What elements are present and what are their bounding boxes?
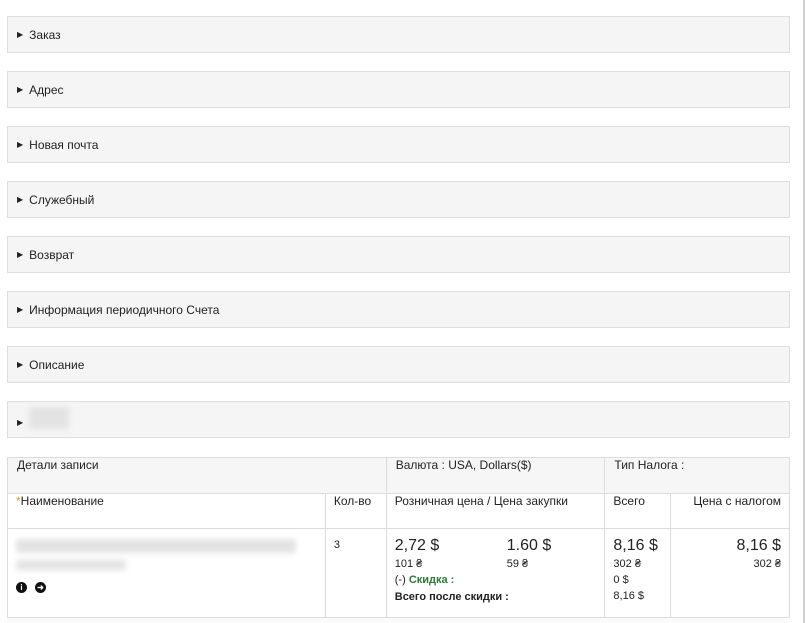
panel-nova-poshta[interactable]: ▶ Новая почта [7,126,790,163]
panel-description[interactable]: ▶ Описание [7,346,790,383]
table-bottom-edge [7,617,790,623]
panel-recurring-invoice[interactable]: ▶ Информация периодичного Счета [7,291,790,328]
purchase-price: 1.60 $ [506,537,552,554]
panel-label: Информация периодичного Счета [29,302,220,317]
purchase-price-uah: 59 ₴ [506,558,529,570]
record-details-heading: Детали записи [7,457,387,494]
blurred-panel-label [29,406,70,429]
blurred-product-subtitle [16,560,126,570]
arrow-right-icon[interactable]: ➜ [35,582,46,593]
retail-price-uah: 101 ₴ [394,558,423,570]
product-name-cell: i ➜ [7,528,326,618]
panel-label: Новая почта [29,137,99,152]
expand-caret-icon: ▶ [17,30,24,39]
panel-label: Возврат [29,247,75,262]
table-row: i ➜ 3 2,72 $ 101 ₴ 1.60 $ 59 ₴ (-) Скидка… [7,528,790,618]
expand-caret-icon: ▶ [17,250,24,259]
expand-caret-icon: ▶ [17,85,24,94]
expand-caret-icon: ▶ [17,360,24,369]
panel-label: Описание [29,357,85,372]
price-with-tax-uah: 302 ₴ [753,558,781,570]
column-price: Розничная цена / Цена закупки [385,493,606,529]
info-icon[interactable]: i [16,582,27,593]
panel-label: Заказ [29,27,61,42]
currency-label: Валюта : USA, Dollars($) [385,457,606,494]
qty-value: 3 [333,539,340,551]
panel-order[interactable]: ▶ Заказ [7,16,790,53]
discount-value: 0 $ [613,574,629,586]
total-value: 8,16 $ [613,537,658,554]
panel-label: Служебный [29,192,95,207]
qty-cell: 3 [324,528,387,618]
after-discount-value: 8,16 $ [613,590,644,602]
retail-price: 2,72 $ [394,537,440,554]
total-cell: 8,16 $ 302 ₴ 0 $ 8,16 $ [604,528,672,618]
price-cell: 2,72 $ 101 ₴ 1.60 $ 59 ₴ (-) Скидка : Вс… [385,528,606,618]
column-total: Всего [604,493,672,529]
price-with-tax-cell: 8,16 $ 302 ₴ [670,528,790,618]
total-uah: 302 ₴ [613,558,641,570]
tax-type-label: Тип Налога : [604,457,790,494]
discount-link[interactable]: Скидка : [409,574,455,586]
column-header-row: *Наименование Кол-во Розничная цена / Це… [7,493,790,529]
panel-return[interactable]: ▶ Возврат [7,236,790,273]
discount-prefix: (-) [394,574,406,586]
column-price-with-tax: Цена с налогом [670,493,790,529]
after-discount-label: Всего после скидки : [394,591,509,603]
expand-caret-icon: ▶ [17,195,24,204]
column-name-label: Наименование [20,494,104,508]
table-header-row: Детали записи Валюта : USA, Dollars($) Т… [7,457,790,494]
panel-service[interactable]: ▶ Служебный [7,181,790,218]
price-with-tax-value: 8,16 $ [736,537,781,554]
panel-label: Адрес [29,82,64,97]
expand-caret-icon: ▶ [17,140,24,149]
expand-caret-icon: ▶ [17,305,24,314]
expand-caret-icon: ▶ [17,418,24,427]
column-name: *Наименование [7,493,326,529]
panel-hidden[interactable]: ▶ [7,401,790,438]
panel-address[interactable]: ▶ Адрес [7,71,790,108]
column-qty: Кол-во [324,493,387,529]
blurred-product-name [16,539,296,553]
line-items-table: Детали записи Валюта : USA, Dollars($) Т… [7,457,790,618]
